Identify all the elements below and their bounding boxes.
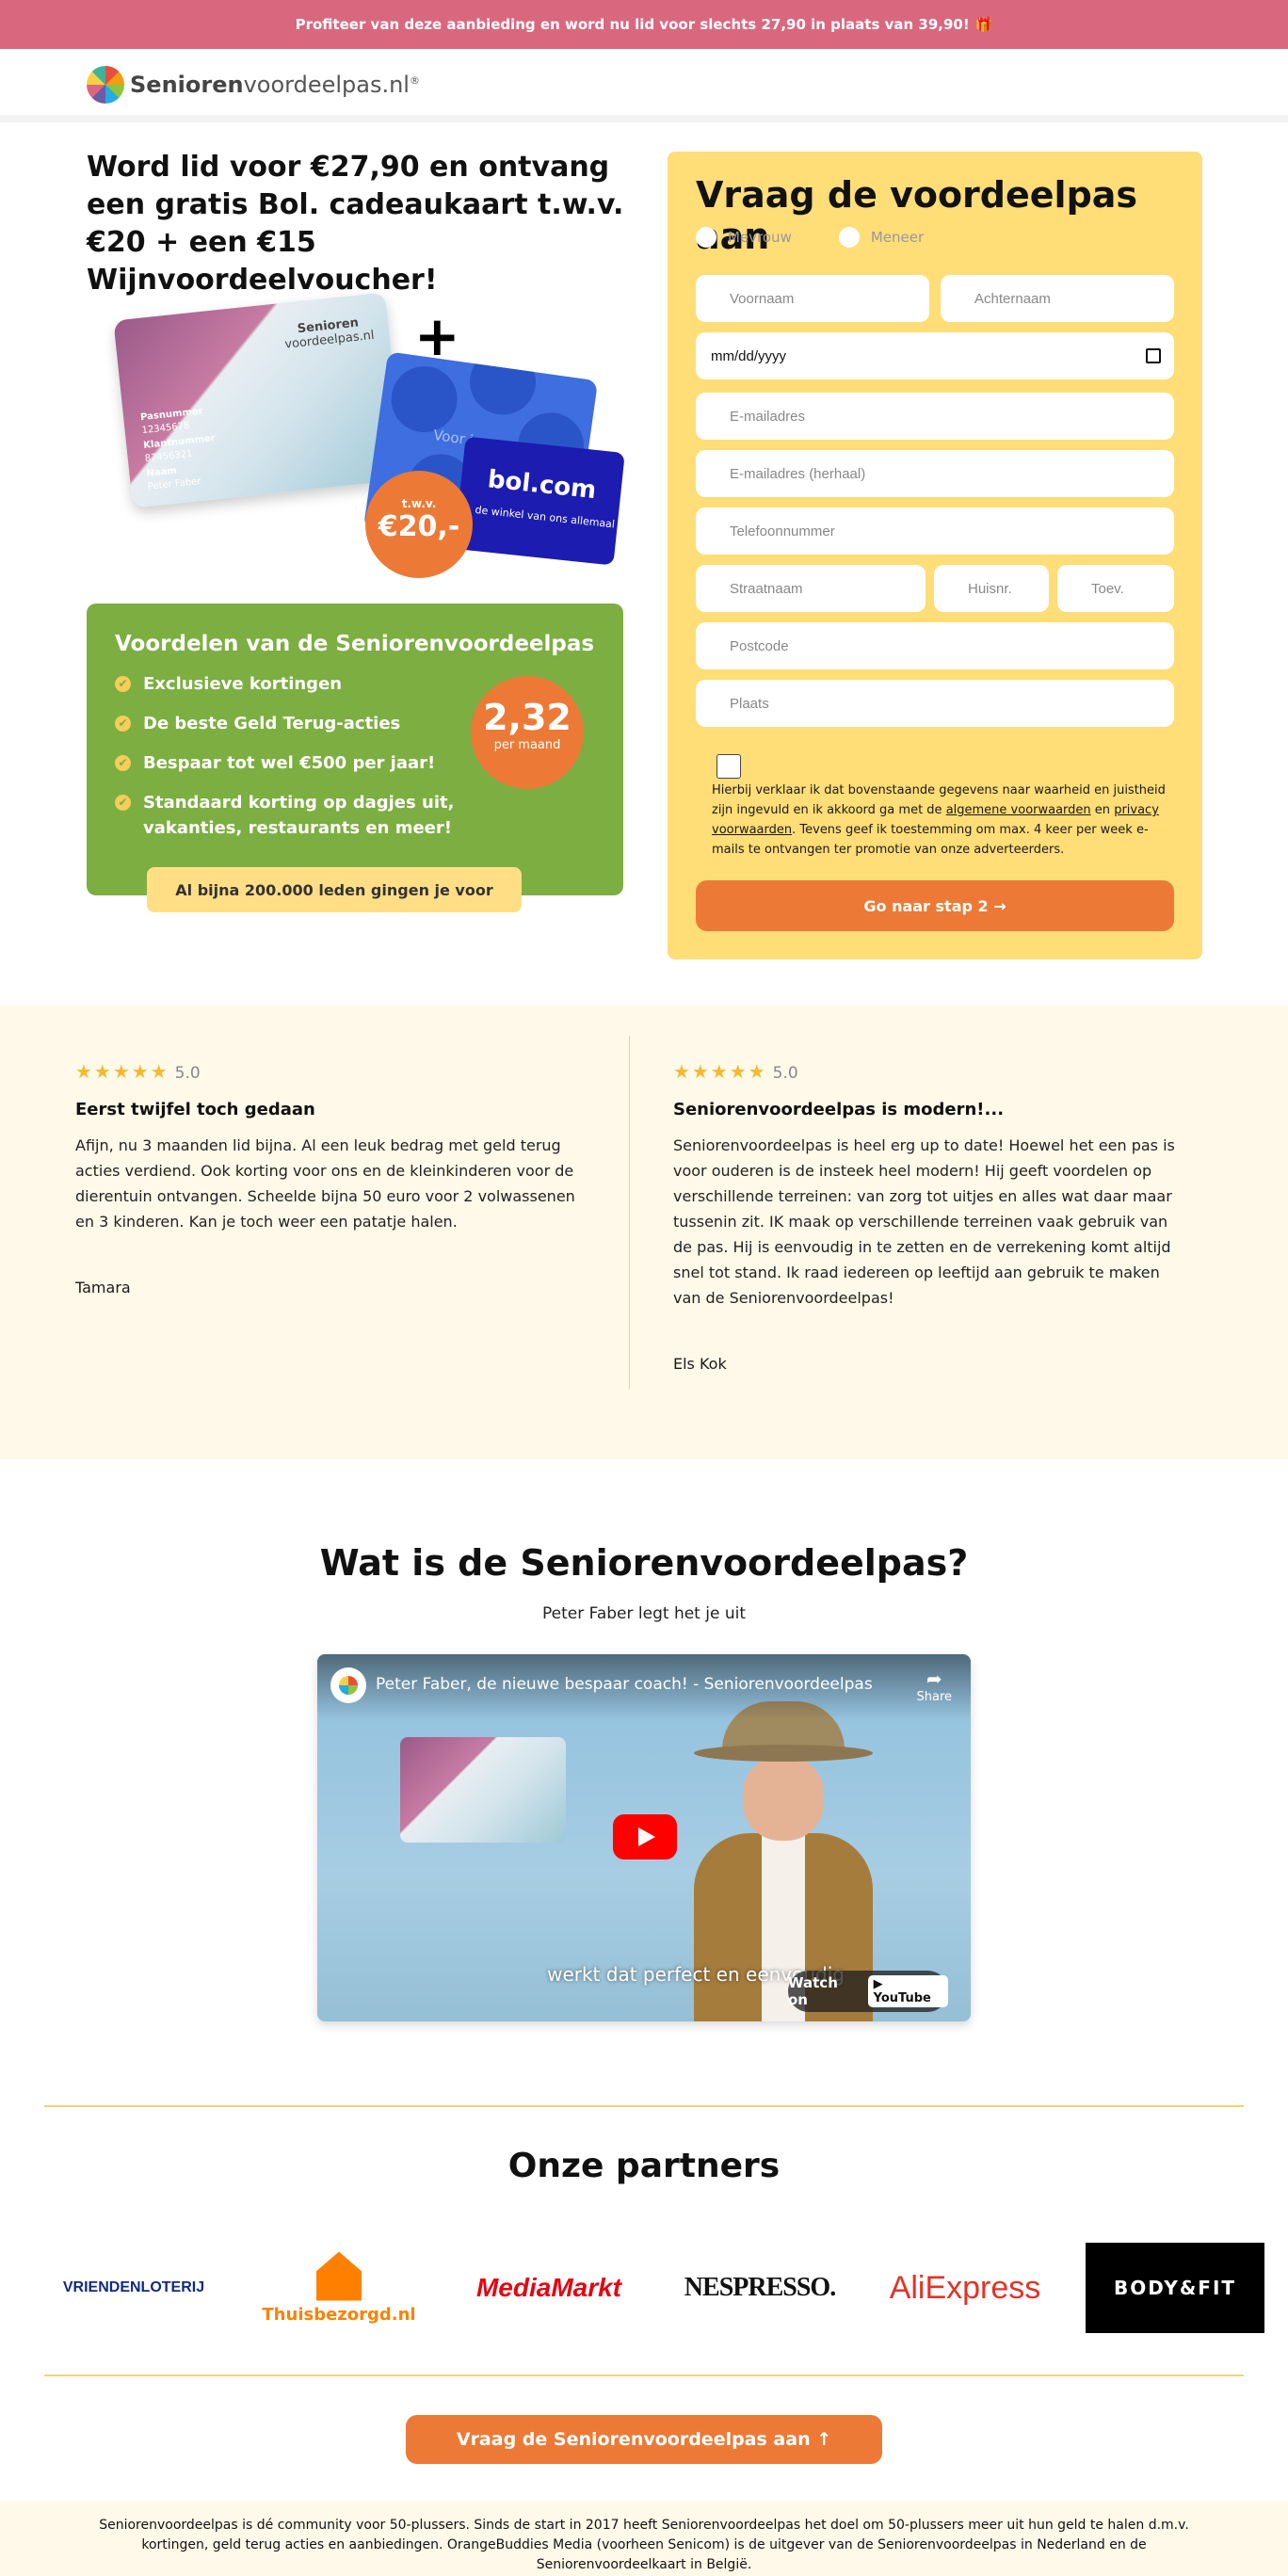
share-icon: ➦ xyxy=(926,1667,942,1690)
benefit-item: ✔ Exclusieve kortingen xyxy=(115,671,510,697)
next-step-button[interactable]: Go naar stap 2 → xyxy=(696,880,1174,931)
youtube-logo: ▶ YouTube xyxy=(867,1975,948,2007)
video-subtitle: Peter Faber legt het je uit xyxy=(542,1604,746,1623)
radio-label-meneer: Meneer xyxy=(870,229,925,246)
radio-mevrouw[interactable] xyxy=(696,227,716,248)
promo-bar: Profiteer van deze aanbieding en word nu… xyxy=(0,0,1288,49)
signup-form: Vraag de voordeelpas aan Mevrouw Meneer … xyxy=(668,152,1202,959)
video-section-title: Wat is de Seniorenvoordeelpas? xyxy=(319,1542,969,1584)
monthly-price-badge: 2,32 per maand xyxy=(471,676,584,789)
benefits-box: Voordelen van de Seniorenvoordeelpas ✔ Ex… xyxy=(87,604,623,895)
video-player[interactable]: Peter Faber, de nieuwe bespaar coach! - … xyxy=(317,1654,971,2021)
benefit-item: ✔ Bespaar tot wel €500 per jaar! xyxy=(115,750,510,776)
consent-text: Hierbij verklaar ik dat bovenstaande geg… xyxy=(712,783,1166,857)
gift-value-badge: t.w.v. €20,- xyxy=(365,471,473,578)
thuisbezorgd-house-icon xyxy=(316,2251,362,2301)
pass-card-image: Senioren voordeelpas.nl Pasnummer 1234567… xyxy=(113,292,405,508)
video-card-image xyxy=(400,1737,566,1843)
site-header: Seniorenvoordeelpas.nl® xyxy=(0,49,1288,122)
birthdate-input[interactable]: mm/dd/yyyy xyxy=(696,332,1174,379)
share-button[interactable]: ➦ Share xyxy=(916,1667,952,1704)
hero-title: Word lid voor €27,90 en ontvang een grat… xyxy=(87,151,624,297)
check-icon: ✔ xyxy=(115,795,131,811)
review-title: Seniorenvoordeelpas is modern!... xyxy=(673,1100,1005,1119)
first-name-input[interactable]: Voornaam xyxy=(696,275,929,322)
gift-value-prefix: t.w.v. xyxy=(401,497,437,510)
benefit-item: ✔ Standaard korting op dagjes uit, vakant… xyxy=(115,790,510,841)
card-logo: Senioren voordeelpas.nl xyxy=(283,315,376,352)
gift-icon: 🎁 xyxy=(974,16,993,33)
play-button[interactable] xyxy=(613,1814,677,1860)
card-klantnummer-label: Klantnummer xyxy=(142,433,217,452)
review-divider xyxy=(629,1036,630,1390)
card-pasnummer-value: 12345678 xyxy=(141,420,190,437)
radio-label-mevrouw: Mevrouw xyxy=(728,229,792,246)
phone-input[interactable]: Telefoonnummer xyxy=(696,507,1174,555)
partner-logo-thuisbezorgd: Thuisbezorgd.nl xyxy=(262,2243,416,2333)
apply-pass-button[interactable]: Vraag de Seniorenvoordeelpas aan ↑ xyxy=(406,2415,882,2464)
house-addition-input[interactable]: Toev. xyxy=(1057,565,1174,612)
card-naam-label: Naam xyxy=(145,465,178,479)
partner-logo-bodyfit: BODY&FIT xyxy=(1086,2243,1264,2333)
star-rating-icon: ★★★★★ xyxy=(673,1060,767,1083)
house-number-input[interactable]: Huisnr. xyxy=(934,565,1049,612)
monthly-unit: per maand xyxy=(493,738,561,752)
bol-tagline: de winkel van ons allemaal xyxy=(474,503,616,531)
section-divider xyxy=(44,2105,1244,2107)
benefits-list: ✔ Exclusieve kortingen ✔ De beste Geld Ter… xyxy=(115,671,510,855)
review-card: ★★★★★ 5.0 Seniorenvoordeelpas is modern!.… xyxy=(673,1060,1191,1311)
review-body: Seniorenvoordeelpas is heel erg up to da… xyxy=(673,1136,1175,1307)
partner-logo-aliexpress: AliExpress xyxy=(889,2269,1041,2306)
review-card: ★★★★★ 5.0 Eerst twijfel toch gedaan Afijn… xyxy=(75,1060,593,1234)
terms-link[interactable]: algemene voorwaarden xyxy=(946,803,1091,817)
street-input[interactable]: Straatnaam xyxy=(696,565,926,612)
partner-logo-vriendenloterij: VRIENDENLOTERIJ xyxy=(62,2279,205,2295)
logo-mark-icon xyxy=(87,66,124,104)
salutation-radio-group: Mevrouw Meneer xyxy=(696,227,971,248)
review-author: Tamara xyxy=(75,1279,131,1296)
site-logo[interactable]: Seniorenvoordeelpas.nl® xyxy=(87,66,420,104)
benefits-title: Voordelen van de Seniorenvoordeelpas xyxy=(115,632,595,656)
review-score: 5.0 xyxy=(772,1064,798,1083)
logo-text: Seniorenvoordeelpas.nl® xyxy=(130,72,420,98)
email-repeat-input[interactable]: E-mailadres (herhaal) xyxy=(696,450,1174,497)
city-input[interactable]: Plaats xyxy=(696,680,1174,727)
site-footer: Seniorenvoordeelpas is dé community voor… xyxy=(0,2501,1288,2576)
bol-name: bol.com xyxy=(486,465,598,506)
gift-value-amount: €20,- xyxy=(378,510,460,543)
partner-logo-mediamarkt: MediaMarkt xyxy=(475,2273,622,2302)
check-icon: ✔ xyxy=(115,716,131,732)
birthdate-placeholder: mm/dd/yyyy xyxy=(711,347,787,364)
star-rating-icon: ★★★★★ xyxy=(75,1060,169,1083)
check-icon: ✔ xyxy=(115,676,131,692)
benefit-item: ✔ De beste Geld Terug-acties xyxy=(115,711,510,736)
members-count-pill: Al bijna 200.000 leden gingen je voor xyxy=(147,867,522,912)
partner-logo-nespresso: NESPRESSO. xyxy=(684,2273,836,2302)
promo-text: Profiteer van deze aanbieding en word nu… xyxy=(295,16,970,33)
bol-card-image: bol.com de winkel van ons allemaal xyxy=(454,436,625,566)
footer-text: Seniorenvoordeelpas is dé community voor… xyxy=(99,2518,1189,2572)
review-score: 5.0 xyxy=(174,1064,201,1083)
email-input[interactable]: E-mailadres xyxy=(696,393,1174,440)
card-klantnummer-value: 87456321 xyxy=(144,448,194,464)
check-icon: ✔ xyxy=(115,755,131,771)
review-title: Eerst twijfel toch gedaan xyxy=(75,1100,315,1119)
review-author: Els Kok xyxy=(673,1355,727,1373)
card-pasnummer-label: Pasnummer xyxy=(139,406,204,424)
video-title[interactable]: Peter Faber, de nieuwe bespaar coach! - … xyxy=(376,1675,873,1694)
radio-meneer[interactable] xyxy=(838,227,860,248)
calendar-icon[interactable] xyxy=(1146,348,1161,363)
monthly-price: 2,32 xyxy=(483,697,572,738)
partners-title: Onze partners xyxy=(507,2147,781,2185)
watch-on-youtube-button[interactable]: Watch on ▶ YouTube xyxy=(788,1971,948,2012)
section-divider xyxy=(44,2375,1244,2376)
card-naam-value: Peter Faber xyxy=(147,475,202,492)
review-body: Afijn, nu 3 maanden lid bijna. Al een le… xyxy=(75,1136,575,1231)
postcode-input[interactable]: Postcode xyxy=(696,622,1174,669)
consent-checkbox[interactable] xyxy=(716,754,741,779)
video-caption: werkt dat perfect en eenvoudig xyxy=(547,1963,845,1986)
channel-avatar[interactable] xyxy=(330,1667,366,1703)
last-name-input[interactable]: Achternaam xyxy=(941,275,1174,322)
reviews-section: ★★★★★ 5.0 Eerst twijfel toch gedaan Afijn… xyxy=(0,1006,1288,1459)
